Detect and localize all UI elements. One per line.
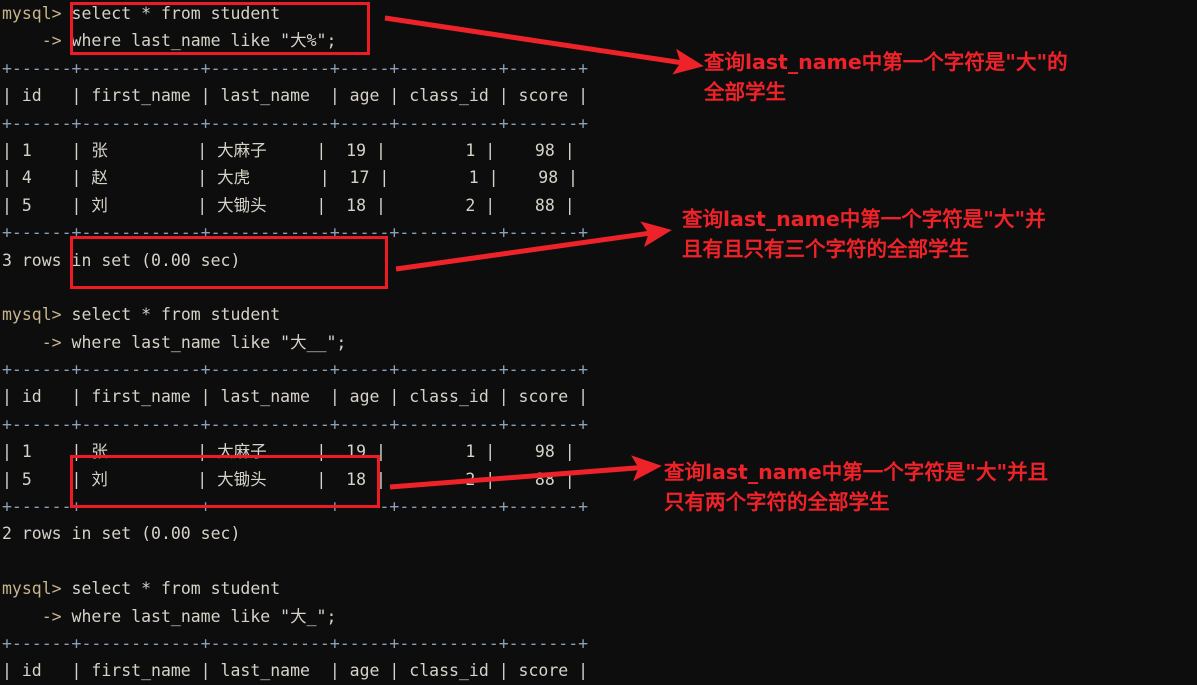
- table-row: | 1 | 张 | 大麻子 | 19 | 1 | 98 |: [2, 442, 575, 462]
- table-rule-top-3: +------+------------+------------+-----+…: [2, 633, 589, 653]
- table-header-2: | id | first_name | last_name | age | cl…: [2, 387, 589, 407]
- sql-command-1-line-2: where last_name like "大%";: [71, 31, 337, 51]
- table-row: | 4 | 赵 | 大虎 | 17 | 1 | 98 |: [2, 168, 578, 188]
- prompt-line-1: mysql> select * from student: [0, 0, 700, 27]
- prompt-line-3: mysql> select * from student: [0, 575, 700, 602]
- sql-command-3-line-1: select * from student: [71, 579, 281, 599]
- table-rule-bottom-1: +------+------------+------------+-----+…: [2, 223, 589, 243]
- table-row: | 1 | 张 | 大麻子 | 19 | 1 | 98 |: [2, 140, 575, 160]
- sql-command-2-line-1: select * from student: [71, 305, 281, 325]
- table-header-3: | id | first_name | last_name | age | cl…: [2, 661, 589, 681]
- status-line-2: 2 rows in set (0.00 sec): [2, 524, 241, 544]
- table-rule-mid-1: +------+------------+------------+-----+…: [2, 113, 589, 133]
- table-rule-top-1: +------+------------+------------+-----+…: [2, 58, 589, 78]
- terminal-screenshot: mysql> select * from student -> where la…: [0, 0, 1197, 685]
- prompt-line-2: mysql> select * from student: [0, 301, 700, 328]
- prompt-symbol: mysql>: [2, 4, 62, 23]
- continuation-symbol: ->: [2, 332, 62, 352]
- continuation-symbol: ->: [2, 606, 62, 626]
- terminal-output: mysql> select * from student -> where la…: [0, 0, 700, 685]
- annotation-1: 查询last_name中第一个字符是"大"的 全部学生: [704, 50, 1068, 104]
- table-header-1: | id | first_name | last_name | age | cl…: [2, 86, 589, 106]
- table-rule-mid-2: +------+------------+------------+-----+…: [2, 414, 589, 434]
- prompt-symbol: mysql>: [2, 579, 62, 599]
- continuation-line-3: -> where last_name like "大_";: [0, 603, 700, 630]
- prompt-symbol: mysql>: [2, 305, 62, 325]
- annotation-3: 查询last_name中第一个字符是"大"并且 只有两个字符的全部学生: [664, 460, 1049, 514]
- continuation-symbol: ->: [2, 31, 62, 51]
- table-row: | 5 | 刘 | 大锄头 | 18 | 2 | 88 |: [2, 195, 575, 215]
- sql-command-1-line-1: select * from student: [71, 4, 281, 23]
- table-row: | 5 | 刘 | 大锄头 | 18 | 2 | 88 |: [2, 469, 575, 489]
- continuation-line-1: -> where last_name like "大%";: [0, 27, 700, 54]
- table-rule-top-2: +------+------------+------------+-----+…: [2, 360, 589, 380]
- status-line-1: 3 rows in set (0.00 sec): [2, 250, 241, 270]
- sql-command-2-line-2: where last_name like "大__";: [71, 332, 347, 352]
- table-rule-bottom-2: +------+------------+------------+-----+…: [2, 497, 589, 517]
- continuation-line-2: -> where last_name like "大__";: [0, 329, 700, 356]
- annotation-2: 查询last_name中第一个字符是"大"并 且有且只有三个字符的全部学生: [682, 207, 1046, 261]
- sql-command-3-line-2: where last_name like "大_";: [71, 606, 337, 626]
